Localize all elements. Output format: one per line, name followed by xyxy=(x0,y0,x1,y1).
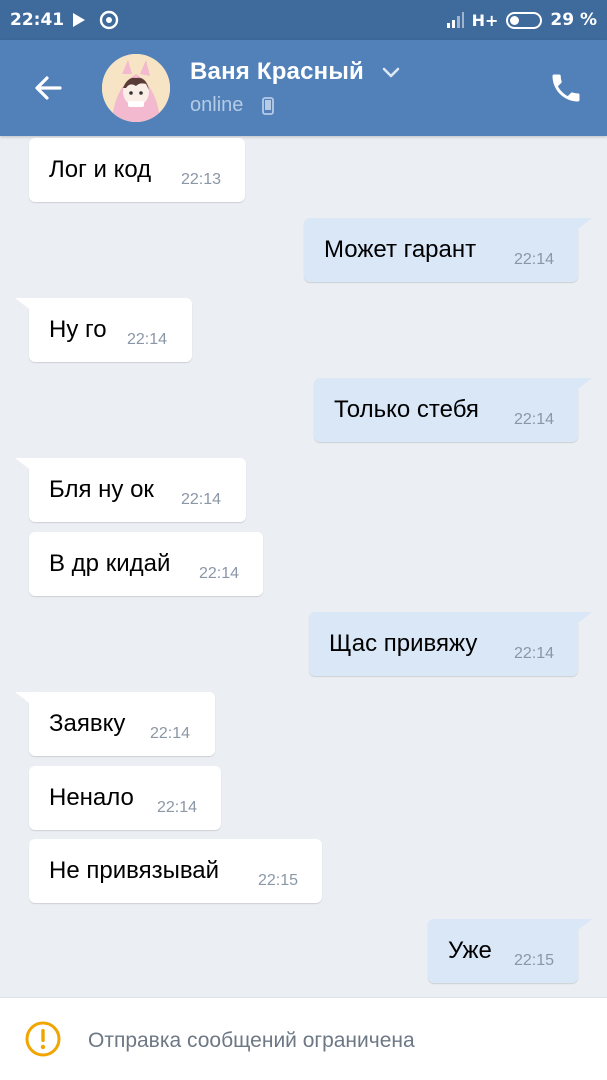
battery-level: 29 % xyxy=(550,10,597,30)
message-time: 22:14 xyxy=(514,411,555,428)
battery-icon xyxy=(506,11,543,29)
restriction-text: Отправка сообщений ограничена xyxy=(88,1029,415,1052)
message-text: Заявку xyxy=(49,710,126,737)
message-time: 22:14 xyxy=(181,491,222,508)
message-bubble[interactable]: Ненало 22:14 xyxy=(29,766,221,830)
bubble-tail xyxy=(574,218,592,232)
messaging-restricted-bar: Отправка сообщений ограничена xyxy=(0,997,607,1080)
bubble-tail xyxy=(15,692,33,706)
message-time: 22:15 xyxy=(258,872,299,889)
status-bar: 22:41 H+ 29 % xyxy=(0,0,607,40)
message-text: Ненало xyxy=(49,784,134,811)
message-text: Щас привяжу xyxy=(329,630,478,657)
bubble-tail xyxy=(15,458,33,472)
bubble-tail xyxy=(574,378,592,392)
message-text: Бля ну ок xyxy=(49,476,154,503)
message-text: Уже xyxy=(448,937,492,964)
back-arrow-icon[interactable] xyxy=(28,68,68,108)
message-text: Не привязывай xyxy=(49,857,220,884)
message-time: 22:14 xyxy=(127,331,168,348)
contact-name[interactable]: Ваня Красный xyxy=(190,58,364,86)
message-time: 22:14 xyxy=(514,251,555,268)
bubble-tail xyxy=(574,612,592,626)
message-bubble[interactable]: Бля ну ок 22:14 xyxy=(15,458,246,522)
message-time: 22:14 xyxy=(150,725,191,742)
warning-icon xyxy=(25,1021,61,1057)
message-time: 22:13 xyxy=(181,171,222,188)
message-time: 22:14 xyxy=(157,799,198,816)
status-time: 22:41 xyxy=(10,10,65,30)
message-bubble[interactable]: Щас привяжу 22:14 xyxy=(309,612,592,676)
contact-status: online xyxy=(190,94,244,116)
message-time: 22:14 xyxy=(514,645,555,662)
chat-header: Ваня Красный online xyxy=(0,40,607,136)
chevron-down-icon[interactable] xyxy=(382,67,400,79)
message-text: В др кидай xyxy=(49,550,171,577)
message-text: Может гарант xyxy=(324,236,477,263)
play-icon xyxy=(73,13,85,27)
network-type: H+ xyxy=(471,10,499,30)
avatar[interactable] xyxy=(102,54,170,122)
message-text: Ну го xyxy=(49,316,107,343)
message-text: Только стебя xyxy=(334,396,479,423)
message-bubble[interactable]: Не привязывай 22:15 xyxy=(29,839,322,903)
message-bubble[interactable]: В др кидай 22:14 xyxy=(29,532,263,596)
message-text: Лог и код xyxy=(49,156,152,183)
bubble-tail xyxy=(574,919,592,933)
message-bubble[interactable]: Уже 22:15 xyxy=(428,919,592,983)
message-bubble[interactable]: Заявку 22:14 xyxy=(15,692,215,756)
bubble-tail xyxy=(15,298,33,312)
mobile-device-icon xyxy=(262,97,274,115)
message-bubble[interactable]: Может гарант 22:14 xyxy=(304,218,592,282)
message-time: 22:15 xyxy=(514,952,555,969)
message-bubble[interactable]: Лог и код 22:13 xyxy=(29,138,245,202)
message-bubble[interactable]: Только стебя 22:14 xyxy=(314,378,592,442)
signal-icon xyxy=(446,12,464,28)
phone-icon[interactable] xyxy=(548,70,584,106)
avatar-image xyxy=(102,54,170,122)
message-time: 22:14 xyxy=(199,565,240,582)
chrome-icon xyxy=(99,10,119,30)
message-bubble[interactable]: Ну го 22:14 xyxy=(15,298,192,362)
